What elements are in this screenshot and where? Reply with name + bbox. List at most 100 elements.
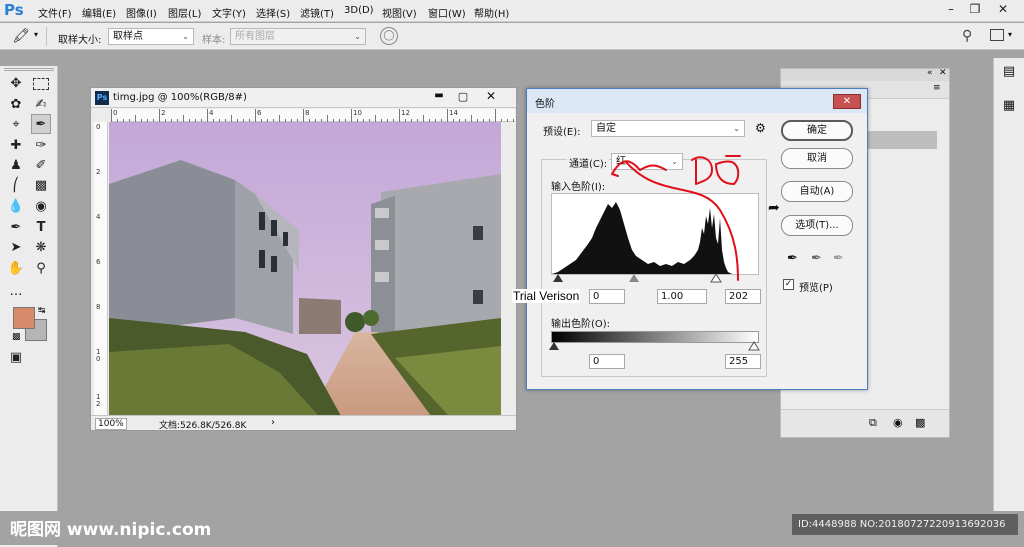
zoom-tool-icon[interactable]: ⚲ — [31, 259, 51, 279]
black-eyedropper-icon[interactable]: ✒ — [787, 251, 798, 266]
quick-mask-icon[interactable]: ▣ — [6, 348, 26, 368]
quick-select-tool-icon[interactable]: ✍ — [31, 95, 51, 115]
options-button[interactable]: 选项(T)... — [781, 215, 853, 236]
photoshop-logo-icon: Ps — [4, 1, 24, 19]
dodge-tool-icon[interactable]: ◉ — [31, 197, 51, 217]
workspace-icon[interactable] — [990, 29, 1004, 41]
menu-edit[interactable]: 编辑(E) — [82, 5, 116, 20]
camera-icon[interactable]: ◉ — [893, 416, 903, 429]
menu-help[interactable]: 帮助(H) — [474, 5, 509, 20]
menu-layer[interactable]: 图层(L) — [168, 5, 201, 20]
menu-filter[interactable]: 滤镜(T) — [300, 5, 334, 20]
sample-label: 样本: — [202, 35, 226, 46]
gray-eyedropper-icon[interactable]: ✒ — [811, 251, 822, 266]
output-levels-label: 输出色阶(O): — [551, 319, 611, 330]
menu-select[interactable]: 选择(S) — [256, 5, 290, 20]
brush-tool-icon[interactable]: ✑ — [31, 136, 51, 156]
input-white-field[interactable]: 202 — [725, 289, 761, 304]
ruler-vertical: 0 2 4 6 8 1 0 1 2 — [94, 122, 108, 416]
target-icon[interactable]: ◯ — [380, 27, 398, 45]
right-dock: ▤ ▦ — [993, 58, 1024, 538]
menu-3d[interactable]: 3D(D) — [344, 5, 374, 16]
sample-size-label: 取样大小: — [58, 35, 102, 46]
panel-toggle-icon[interactable]: ▤ — [998, 64, 1020, 84]
white-eyedropper-icon[interactable]: ✒ — [833, 251, 844, 266]
menu-type[interactable]: 文字(Y) — [212, 5, 246, 20]
default-colors-icon[interactable]: ▩ — [12, 332, 21, 342]
ruler-label: 1 0 — [96, 348, 101, 363]
sample-value: 所有图层 — [235, 31, 275, 42]
eraser-tool-icon[interactable]: ⎛ — [6, 176, 26, 196]
minimize-icon[interactable]: ▬ — [429, 90, 449, 105]
ruler-label: 2 — [161, 109, 166, 117]
maximize-icon[interactable]: ▢ — [453, 90, 473, 105]
ruler-label: 4 — [96, 213, 101, 221]
foreground-color-swatch-top[interactable] — [13, 307, 35, 329]
more-tools-icon[interactable]: … — [6, 282, 26, 302]
healing-tool-icon[interactable]: ✚ — [6, 136, 26, 156]
pen-tool-icon[interactable]: ✒ — [6, 218, 26, 238]
preview-label: 预览(P) — [799, 283, 833, 294]
new-layer-icon[interactable]: ⧉ — [869, 416, 877, 430]
history-brush-tool-icon[interactable]: ✐ — [31, 156, 51, 176]
gradient-tool-icon[interactable]: ▩ — [31, 176, 51, 196]
minimize-icon[interactable]: – — [940, 0, 962, 20]
type-tool-icon[interactable]: T — [31, 218, 51, 238]
chevron-right-icon[interactable]: › — [271, 417, 275, 428]
hand-tool-icon[interactable]: ✋ — [6, 259, 26, 279]
chevron-down-icon: ⌄ — [182, 32, 189, 41]
search-icon[interactable]: ⚲ — [962, 28, 972, 44]
panel-header[interactable]: « ✕ — [781, 68, 949, 81]
menu-view[interactable]: 视图(V) — [382, 5, 417, 20]
output-white-slider[interactable] — [748, 341, 760, 351]
ruler-label: 1 2 — [96, 393, 101, 408]
close-icon[interactable]: ✕ — [833, 94, 861, 109]
lasso-tool-icon[interactable]: ✿ — [6, 95, 26, 115]
history-panel-icon[interactable]: ▦ — [998, 98, 1020, 118]
zoom-level[interactable]: 100% — [95, 418, 127, 430]
ruler-label: 8 — [96, 303, 101, 311]
auto-button[interactable]: 自动(A) — [781, 181, 853, 202]
close-icon[interactable]: ✕ — [939, 68, 947, 78]
eyedropper-tool-icon[interactable]: 🖍 — [12, 28, 30, 44]
ruler-label: 12 — [401, 109, 410, 117]
close-icon[interactable]: ✕ — [992, 0, 1014, 20]
input-gamma-field[interactable]: 1.00 — [657, 289, 707, 304]
menu-image[interactable]: 图像(I) — [126, 5, 157, 20]
trash-icon[interactable]: ▩ — [915, 416, 925, 429]
document-photo[interactable] — [109, 122, 501, 416]
preset-select[interactable]: 自定 ⌄ — [591, 120, 745, 137]
output-white-field[interactable]: 255 — [725, 354, 761, 369]
input-black-field[interactable]: 0 — [589, 289, 625, 304]
collapse-icon[interactable]: « — [927, 68, 933, 78]
sample-size-select[interactable]: 取样点 ⌄ — [108, 28, 194, 45]
output-sliders[interactable] — [547, 341, 763, 351]
cancel-button[interactable]: 取消 — [781, 148, 853, 169]
marquee-tool-icon[interactable] — [33, 78, 49, 90]
chevron-down-icon[interactable]: ▾ — [1008, 30, 1012, 39]
chevron-down-icon[interactable]: ▾ — [34, 30, 38, 39]
path-select-tool-icon[interactable]: ➤ — [6, 238, 26, 258]
output-black-field[interactable]: 0 — [589, 354, 625, 369]
eyedropper-tool-icon[interactable]: ✒ — [31, 114, 51, 134]
shape-tool-icon[interactable]: ❋ — [31, 238, 51, 258]
levels-titlebar[interactable]: 色阶 ✕ — [527, 89, 867, 113]
panel-footer: ⧉ ◉ ▩ — [781, 409, 949, 437]
input-black-slider[interactable] — [553, 274, 563, 282]
sample-select[interactable]: 所有图层 ⌄ — [230, 28, 366, 45]
restore-icon[interactable]: ❐ — [964, 0, 986, 20]
swap-colors-icon[interactable]: ↹ — [38, 306, 46, 316]
clone-stamp-tool-icon[interactable]: ♟ — [6, 156, 26, 176]
close-icon[interactable]: ✕ — [481, 89, 501, 104]
move-tool-icon[interactable]: ✥ — [6, 74, 26, 94]
panel-menu-icon[interactable]: ≡ — [933, 83, 941, 93]
preview-checkbox[interactable]: ✓ — [783, 279, 794, 290]
blur-tool-icon[interactable]: 💧 — [6, 197, 26, 217]
output-black-slider[interactable] — [549, 342, 559, 350]
crop-tool-icon[interactable]: ⌖ — [6, 115, 26, 135]
menu-window[interactable]: 窗口(W) — [428, 5, 466, 20]
document-titlebar[interactable]: Ps timg.jpg @ 100%(RGB/8#) ▬ ▢ ✕ — [91, 88, 516, 108]
ok-button[interactable]: 确定 — [781, 120, 853, 141]
menu-file[interactable]: 文件(F) — [38, 5, 72, 20]
gear-icon[interactable]: ⚙ — [755, 121, 766, 135]
